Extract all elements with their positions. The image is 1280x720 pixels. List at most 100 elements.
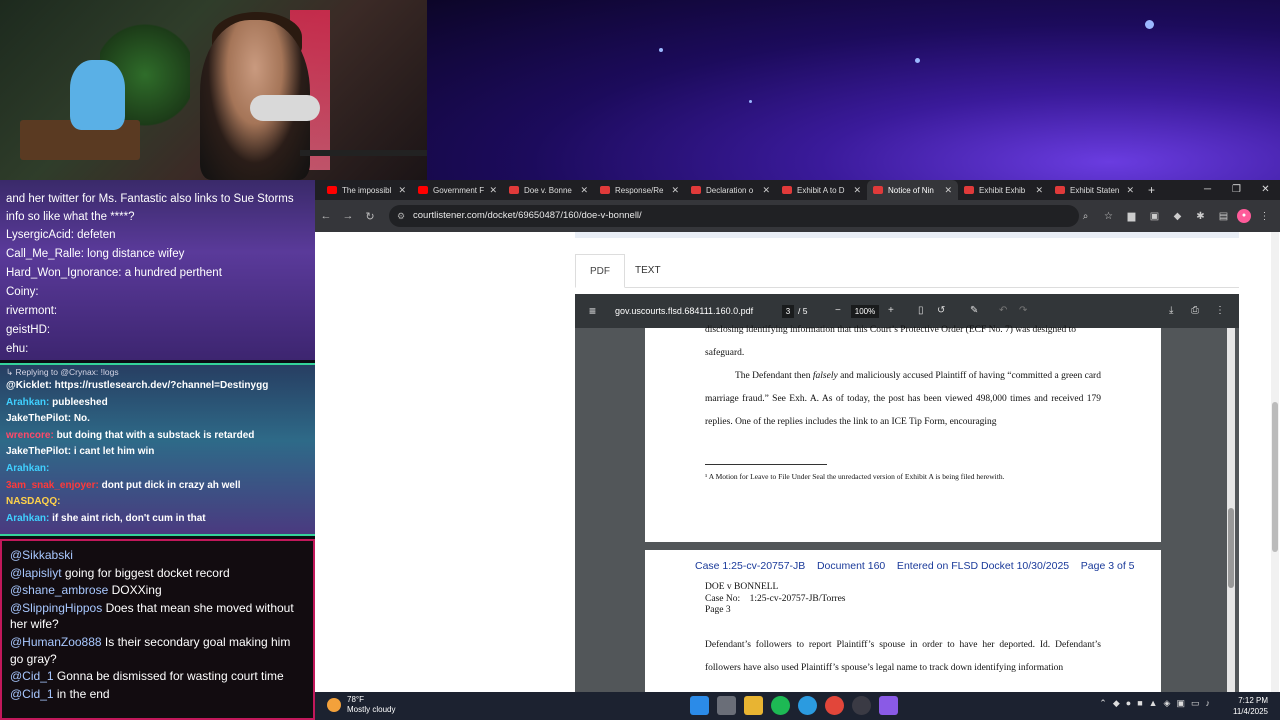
pdf-scrollbar[interactable] [1227,328,1235,692]
extension-icon[interactable]: ◆ [1168,211,1187,222]
browser-tab[interactable]: Exhibit A to D ✕ [776,180,867,200]
spotify-icon[interactable] [771,696,790,715]
weather-widget[interactable]: 78°F Mostly cloudy [327,695,395,715]
network-icon[interactable]: ▭ [1191,698,1200,709]
folder-icon[interactable]: ▆ [1122,211,1141,222]
more-options-icon[interactable]: ⋮ [1215,294,1225,328]
chrome-icon[interactable] [825,696,844,715]
sidebar-icon[interactable]: ▤ [1214,211,1233,222]
tray-app-icon[interactable]: ● [1126,698,1131,709]
maximize-icon[interactable]: ❐ [1222,180,1251,200]
browser-tab[interactable]: Response/Re ✕ [594,180,685,200]
page-scroll-thumb[interactable] [1272,402,1278,552]
chat-username[interactable]: JakeThePilot: [6,446,71,457]
edge-icon[interactable] [798,696,817,715]
chat-username[interactable]: @HumanZoo888 [10,635,102,649]
chat-username[interactable]: @Cid_1 [10,669,54,683]
tray-chevron-icon[interactable]: ⌃ [1099,698,1107,709]
chat-username[interactable]: wrencore: [6,430,54,441]
clock[interactable]: 7:12 PM 11/4/2025 [1233,695,1268,717]
browser-tab[interactable]: Declaration o ✕ [685,180,776,200]
chat-username[interactable]: NASDAQQ: [6,496,60,507]
profile-avatar[interactable]: ● [1237,209,1251,223]
browser-tab[interactable]: Notice of Nin ✕ [867,180,958,200]
chat-message: @Kicklet: https://rustlesearch.dev/?chan… [6,378,309,395]
start-icon[interactable] [690,696,709,715]
print-icon[interactable]: ⎙ [1191,294,1199,328]
chat-username[interactable]: @SlippingHippos [10,601,102,615]
tab-close-icon[interactable]: ✕ [1035,185,1043,196]
reload-icon[interactable]: ↻ [359,210,381,223]
menu-dots-icon[interactable]: ⋮ [1255,211,1274,222]
extension-icon[interactable]: ▣ [1145,211,1164,222]
chat-username[interactable]: Arahkan: [6,513,49,524]
tab-label: The impossibl [342,185,392,195]
tab-close-icon[interactable]: ✕ [580,185,588,196]
browser-tab[interactable]: Exhibit Staten ✕ [1049,180,1140,200]
tab-close-icon[interactable]: ✕ [489,185,497,196]
tray-app-icon[interactable]: ◈ [1164,698,1171,709]
footnote-rule [705,464,827,465]
tray-app-icon[interactable]: ◆ [1113,698,1120,709]
file-explorer-icon[interactable] [744,696,763,715]
tab-pdf[interactable]: PDF [575,254,625,288]
browser-window: The impossibl ✕ Government F ✕ Doe v. Bonne ✕… [315,180,1280,692]
tab-text[interactable]: TEXT [621,254,675,288]
download-icon[interactable]: ⤓ [1169,294,1173,328]
chat-message: JakeThePilot: No. [6,411,309,428]
page-content: PDF TEXT ≡ gov.uscourts.flsd.684111.160.… [315,232,1280,692]
tab-label: Notice of Nin [888,185,934,195]
tray-app-icon[interactable]: ■ [1137,698,1142,709]
mic-arm [300,150,427,156]
task-view-icon[interactable] [717,696,736,715]
url-field[interactable]: ⚙ courtlistener.com/docket/69650487/160/… [389,205,1079,227]
chat-username[interactable]: Arahkan: [6,463,49,474]
volume-icon[interactable]: ♪ [1206,698,1211,709]
page-scrollbar[interactable] [1271,232,1279,692]
chat-message: @Cid_1 Gonna be dismissed for wasting co… [10,668,305,685]
tray-app-icon[interactable]: ▣ [1176,698,1185,709]
chat-username[interactable]: @shane_ambrose [10,583,108,597]
browser-tab[interactable]: Doe v. Bonne ✕ [503,180,594,200]
minimize-icon[interactable]: ─ [1193,180,1222,200]
close-icon[interactable]: ✕ [1251,180,1280,200]
chat-username[interactable]: @Cid_1 [10,687,54,701]
chat-username[interactable]: 3am_snak_enjoyer: [6,480,99,491]
zoom-level[interactable]: 100% [851,305,879,318]
browser-tab[interactable]: Government F ✕ [412,180,503,200]
zoom-icon[interactable]: ⌕ [1076,211,1095,222]
app-icon[interactable] [879,696,898,715]
obs-icon[interactable] [852,696,871,715]
tab-favicon-icon [782,186,792,194]
star [659,48,663,52]
time: 7:12 PM [1238,696,1268,705]
bookmark-star-icon[interactable]: ☆ [1099,211,1118,222]
new-tab-button[interactable]: + [1148,183,1155,197]
chat-username[interactable]: Arahkan: [6,397,49,408]
tab-close-icon[interactable]: ✕ [1126,185,1134,196]
tab-close-icon[interactable]: ✕ [398,185,406,196]
chat-username[interactable]: JakeThePilot: [6,413,71,424]
chat-username[interactable]: @Sikkabski [10,548,73,562]
site-info-icon[interactable]: ⚙ [397,205,405,227]
tab-close-icon[interactable]: ✕ [671,185,679,196]
chat-text: Gonna be dismissed for wasting court tim… [56,669,284,684]
hamburger-menu-icon[interactable]: ≡ [589,294,596,328]
puzzle-icon[interactable]: ✱ [1191,211,1210,222]
viewer-tabs: PDF TEXT [575,254,1239,288]
chat-text: but doing that with a substack is retard… [56,429,255,441]
pdf-scroll-thumb[interactable] [1228,508,1234,588]
tray-app-icon[interactable]: ▲ [1149,698,1158,709]
page-number-input[interactable]: 3 [782,305,794,318]
tab-close-icon[interactable]: ✕ [944,185,952,196]
tab-close-icon[interactable]: ✕ [853,185,861,196]
chat-username[interactable]: @Kicklet: [6,380,52,391]
chat-text: https://rustlesearch.dev/?channel=Destin… [54,380,269,391]
browser-tab[interactable]: Exhibit Exhib ✕ [958,180,1049,200]
forward-icon[interactable]: → [337,210,359,222]
tab-close-icon[interactable]: ✕ [762,185,770,196]
chat-username[interactable]: @lapisliyt [10,566,62,580]
back-icon[interactable]: ← [315,210,337,222]
chat-message: @Sikkabski [10,547,305,564]
browser-tab[interactable]: The impossibl ✕ [321,180,412,200]
